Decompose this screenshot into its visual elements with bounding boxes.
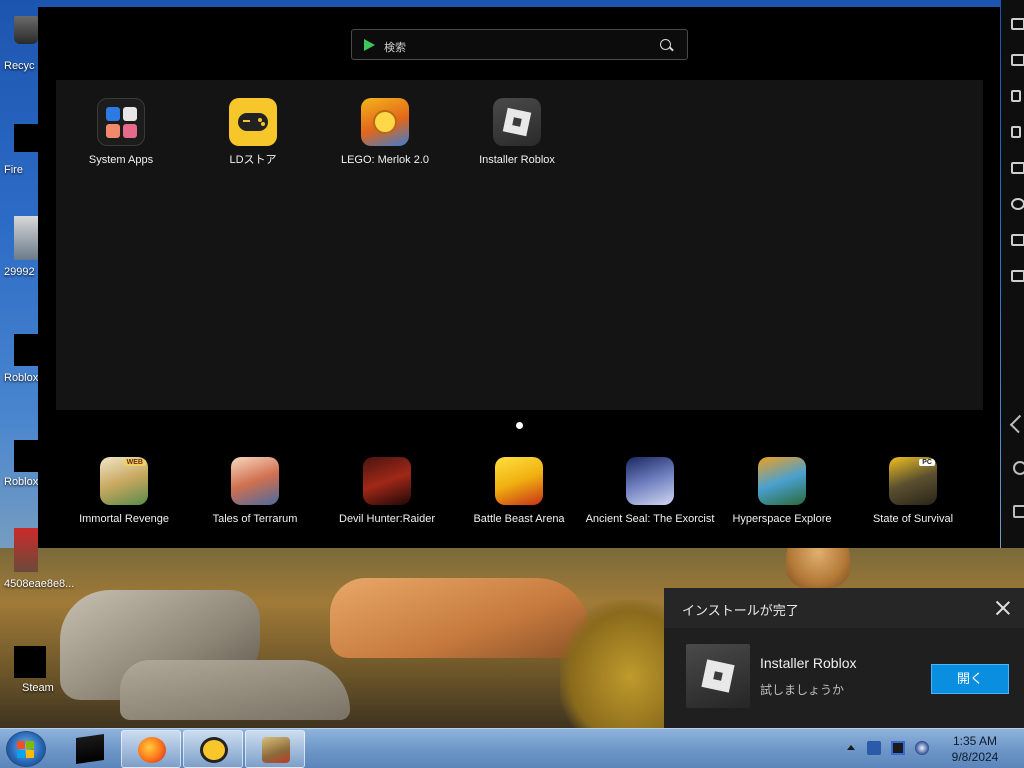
windows-logo-icon (17, 741, 25, 749)
ldplayer-icon (200, 737, 228, 763)
firefox-icon (138, 737, 166, 763)
home-app-system-apps[interactable]: System Apps (61, 98, 181, 167)
notification-title: インストールが完了 (682, 603, 799, 618)
taskbar-game-app[interactable] (245, 730, 305, 768)
dock-app-devil-hunter[interactable]: Devil Hunter:Raider (322, 457, 452, 526)
desktop-icon-label: Recyc (4, 60, 35, 72)
app-label: Tales of Terrarum (212, 513, 298, 525)
roblox-shortcut-icon (14, 334, 38, 366)
desktop-icon-label: Steam (22, 682, 54, 694)
emulator-sidebar (1001, 0, 1024, 548)
dock-app-hyperspace-explore[interactable]: Hyperspace Explore (717, 457, 847, 526)
clock-time: 1:35 AM (952, 734, 998, 748)
app-label: Battle Beast Arena (473, 513, 565, 525)
search-placeholder: 検索 (384, 42, 406, 54)
app-label: System Apps (88, 154, 154, 166)
roblox-studio-shortcut-icon (14, 440, 38, 472)
taskbar-ldplayer[interactable] (183, 730, 243, 768)
taskbar-terminal[interactable] (60, 730, 120, 768)
wallpaper-rock (120, 660, 350, 720)
recent-apps-icon[interactable] (1013, 505, 1024, 518)
game-app-icon (262, 737, 290, 763)
app-label: Devil Hunter:Raider (339, 513, 435, 525)
app-label: LDストア (229, 154, 277, 166)
play-store-search-bar[interactable]: 検索 (351, 29, 688, 60)
close-icon[interactable] (994, 599, 1012, 617)
home-app-installer-roblox[interactable]: Installer Roblox (457, 98, 577, 167)
search-icon[interactable] (660, 39, 671, 50)
hyperspace-explore-icon (758, 457, 806, 505)
dock-app-immortal-revenge[interactable]: WEB Immortal Revenge (59, 457, 189, 526)
dock-app-battle-beast-arena[interactable]: Battle Beast Arena (454, 457, 584, 526)
state-of-survival-icon: PC (889, 457, 937, 505)
home-app-lego-merlok[interactable]: LEGO: Merlok 2.0 (325, 98, 445, 167)
devil-hunter-raider-icon (363, 457, 411, 505)
app-label: State of Survival (872, 513, 954, 525)
photo-file-icon (14, 216, 38, 260)
system-apps-folder-icon (97, 98, 145, 146)
display-icon[interactable] (891, 741, 905, 755)
screenshot-icon[interactable] (1011, 162, 1024, 174)
dock-app-ancient-seal[interactable]: Ancient Seal: The Exorcist (585, 457, 715, 526)
open-button[interactable]: 開く (931, 664, 1009, 694)
game-dock: WEB Immortal Revenge Tales of Terrarum D… (38, 457, 1000, 548)
taskbar-clock[interactable]: 1:35 AM 9/8/2024 (935, 733, 1015, 765)
start-button[interactable] (6, 731, 46, 767)
recycle-bin-icon (14, 16, 38, 44)
battle-beast-arena-icon (495, 457, 543, 505)
emulator-window: 検索 System Apps LDストア LEGO: Merlok 2.0 In… (38, 7, 1000, 548)
keyboard-icon[interactable] (1011, 54, 1024, 66)
more-options-icon[interactable] (1011, 270, 1024, 282)
sync-icon[interactable] (1011, 198, 1024, 210)
app-label: Installer Roblox (479, 154, 555, 166)
roblox-installer-icon (686, 644, 750, 708)
back-icon[interactable] (1009, 414, 1024, 434)
dock-app-state-of-survival[interactable]: PC State of Survival (848, 457, 978, 526)
immortal-revenge-icon: WEB (100, 457, 148, 505)
lego-merlok-icon (361, 98, 409, 146)
taskbar-firefox[interactable] (121, 730, 181, 768)
steam-icon (14, 646, 46, 678)
clock-date: 9/8/2024 (951, 750, 999, 764)
desktop-icon-label: 29992 (4, 266, 35, 278)
settings-icon[interactable] (1011, 18, 1024, 30)
tales-of-terrarum-icon (231, 457, 279, 505)
home-app-ld-store[interactable]: LDストア (193, 98, 313, 167)
app-label: LEGO: Merlok 2.0 (340, 154, 430, 166)
volume-up-icon[interactable] (1011, 90, 1021, 102)
firefox-shortcut-icon (14, 124, 38, 152)
ancient-seal-icon (626, 457, 674, 505)
app-label: Hyperspace Explore (732, 513, 832, 525)
tray-app-icon[interactable] (867, 741, 881, 755)
notification-app-name: Installer Roblox (760, 655, 857, 671)
desktop-icon-label: 4508eae8e8... (4, 578, 75, 590)
ld-store-icon (229, 98, 277, 146)
desktop-icon-label: Roblox (4, 476, 39, 488)
app-label: Immortal Revenge (79, 513, 169, 525)
desktop-icon-label: Roblox (4, 372, 39, 384)
terminal-window-icon (76, 734, 104, 764)
network-icon[interactable] (915, 741, 929, 755)
home-icon[interactable] (1013, 461, 1024, 475)
taskbar: 1:35 AM 9/8/2024 (0, 728, 1024, 768)
pc-badge: PC (919, 459, 935, 466)
home-screen-area: System Apps LDストア LEGO: Merlok 2.0 Insta… (56, 80, 983, 410)
wallpaper-rock (330, 578, 590, 658)
notification-subtitle: 試しましょうか (760, 683, 845, 697)
play-store-icon (364, 39, 375, 51)
roblox-installer-icon (493, 98, 541, 146)
image-file-icon (14, 528, 38, 572)
show-hidden-icons-icon[interactable] (847, 745, 855, 750)
volume-down-icon[interactable] (1011, 126, 1021, 138)
install-complete-notification: インストールが完了 Installer Roblox 試しましょうか 開く (664, 588, 1024, 728)
add-apk-icon[interactable] (1011, 234, 1024, 246)
app-label: Ancient Seal: The Exorcist (585, 513, 715, 525)
web-badge: WEB (123, 459, 146, 466)
dock-app-tales-of-terrarum[interactable]: Tales of Terrarum (190, 457, 320, 526)
desktop-icon-label: Fire (4, 164, 23, 176)
page-indicator-dot (516, 422, 523, 429)
